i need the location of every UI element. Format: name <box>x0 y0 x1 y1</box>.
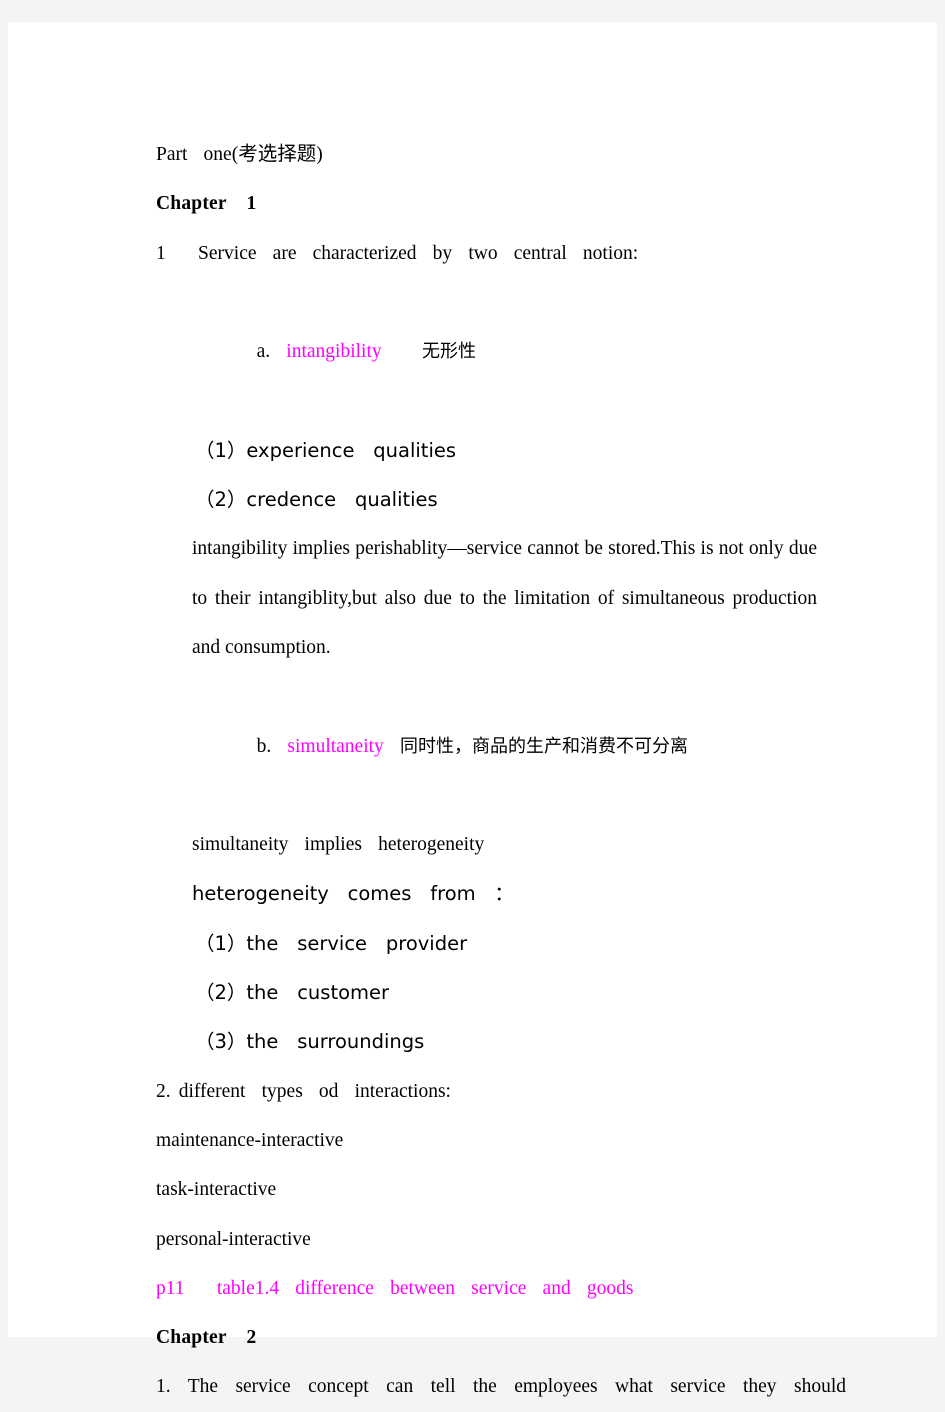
interaction-type-task: task-interactive <box>156 1179 277 1201</box>
point-b-sub-item-2: （2）the customer <box>195 981 390 1005</box>
point-b-implies-line: simultaneity implies heterogeneity <box>192 834 485 856</box>
part-heading: Part one(考选择题) <box>156 144 323 165</box>
chapter1-reference-note: p11 table1.4 difference between service … <box>156 1277 634 1299</box>
chapter1-item-2-intro: 2. different types od interactions: <box>156 1080 451 1102</box>
chapter1-item-1-intro: 1 Service are characterized by two centr… <box>156 242 639 264</box>
point-a-sub-item-1: （1）experience qualities <box>195 438 457 462</box>
point-a-sub-item-2: （2）credence qualities <box>195 488 438 512</box>
document-page: Part one(考选择题) Chapter 1 1 Service are c… <box>8 22 937 1397</box>
point-b-marker: b. <box>256 735 272 757</box>
interaction-type-personal: personal-interactive <box>156 1228 311 1250</box>
point-b-sub-item-1: （1）the service provider <box>195 931 468 955</box>
chapter-1-heading: Chapter 1 <box>156 193 257 215</box>
point-a-term: intangibility <box>286 341 382 363</box>
chapter2-item-1-line: 1. The service concept can tell the empl… <box>156 1376 846 1398</box>
point-a-line: a. intangibility 无形性 <box>192 278 838 426</box>
chapter-2-heading: Chapter 2 <box>156 1327 257 1349</box>
point-b-sub-item-3: （3）the surroundings <box>195 1030 425 1054</box>
document-viewer: Part one(考选择题) Chapter 1 1 Service are c… <box>0 0 945 1397</box>
interaction-type-maintenance: maintenance-interactive <box>156 1129 344 1151</box>
point-b-comes-from-line: heterogeneity comes from ： <box>192 882 514 906</box>
point-b-term: simultaneity <box>287 735 384 757</box>
document-body: Part one(考选择题) Chapter 1 1 Service are c… <box>148 130 846 1412</box>
point-b-gloss: 同时性，商品的生产和消费不可分离 <box>399 735 688 757</box>
point-a-paragraph: intangibility implies perishablity—servi… <box>192 538 817 658</box>
point-a-marker: a. <box>256 341 271 363</box>
point-a-gloss: 无形性 <box>422 341 477 363</box>
point-b-line: b. simultaneity 同时性，商品的生产和消费不可分离 <box>192 672 838 820</box>
